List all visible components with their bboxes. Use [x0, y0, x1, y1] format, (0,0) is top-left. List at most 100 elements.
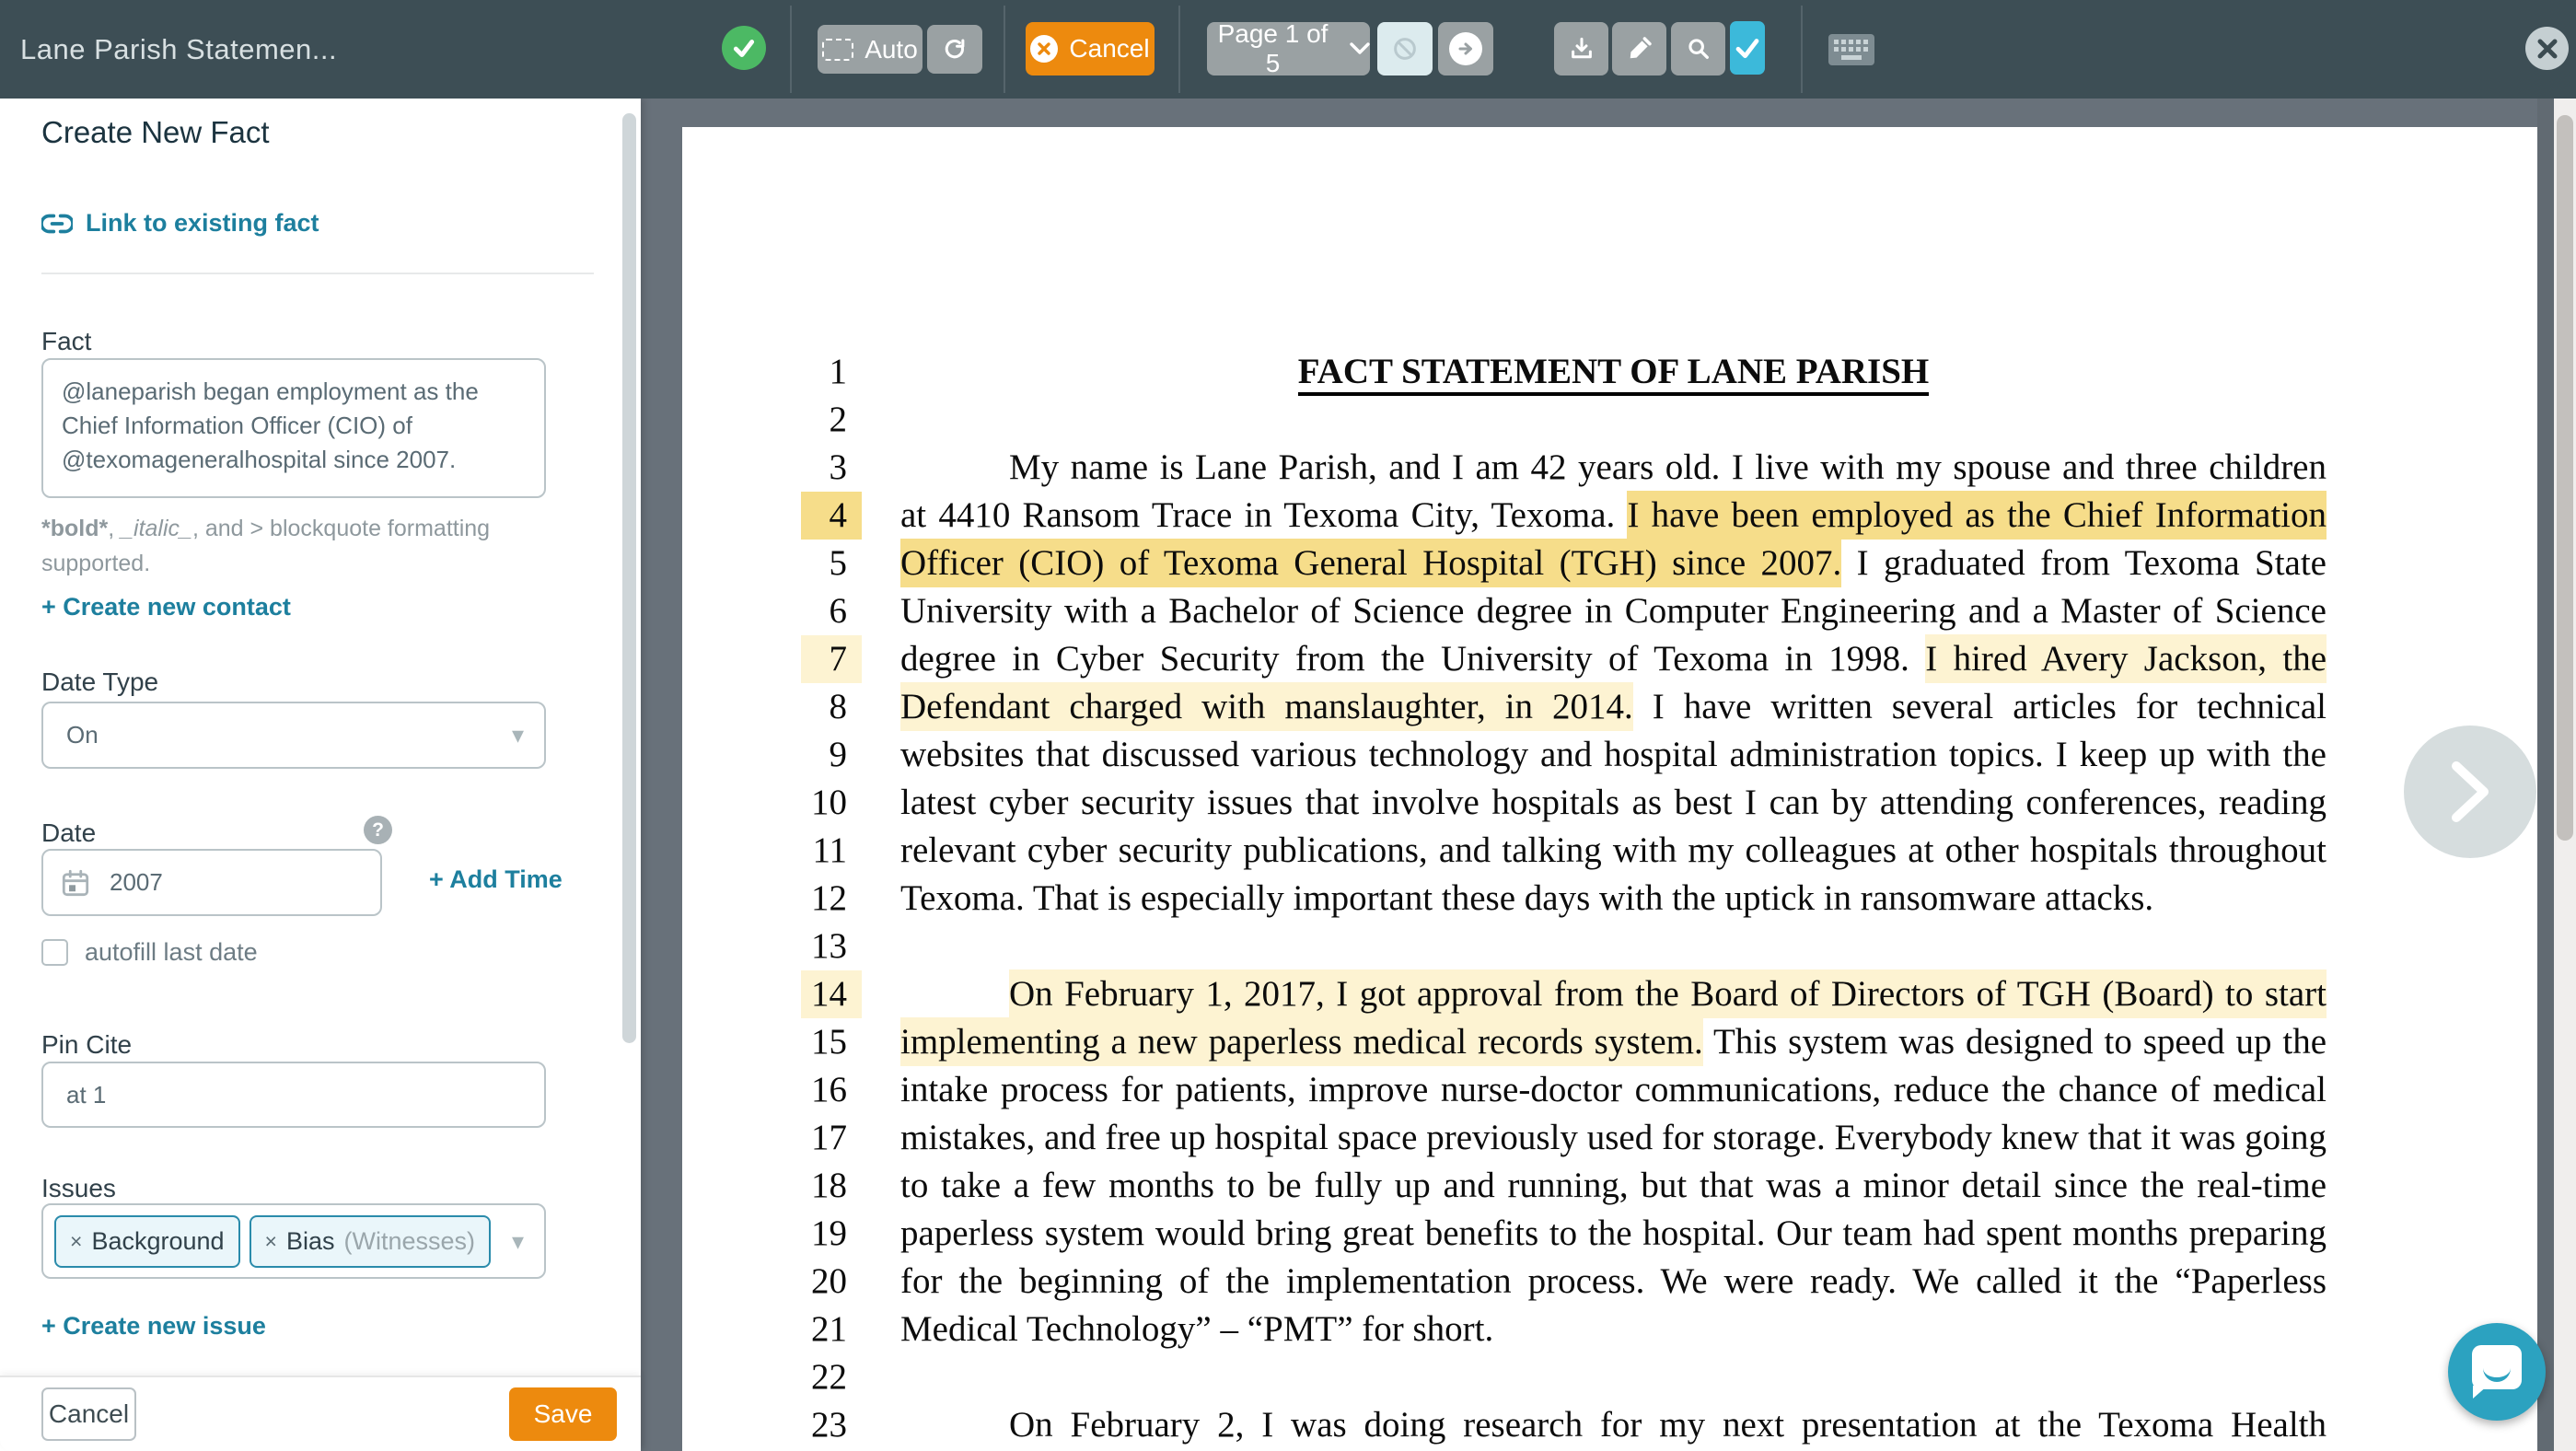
doc-text[interactable]: degree in Cyber Security from the Univer…: [900, 639, 1925, 679]
viewer-scrollbar[interactable]: [2554, 99, 2576, 1451]
add-time-link[interactable]: + Add Time: [429, 865, 563, 894]
doc-text[interactable]: Medical Technology” – “PMT” for short.: [900, 1309, 1493, 1349]
doc-text[interactable]: for the beginning of the implementation …: [900, 1261, 2327, 1301]
document-viewer: 1FACT STATEMENT OF LANE PARISH23My name …: [641, 99, 2576, 1451]
keyboard-shortcuts-toggle[interactable]: [1828, 33, 1875, 66]
cancel-button[interactable]: Cancel: [41, 1387, 136, 1441]
doc-text-line[interactable]: Defendant charged with manslaughter, in …: [900, 683, 2327, 731]
doc-text-line[interactable]: at 4410 Ransom Trace in Texoma City, Tex…: [900, 492, 2327, 540]
sidebar-scrollbar-thumb[interactable]: [622, 113, 636, 1043]
add-time-label: + Add Time: [429, 865, 563, 894]
refresh-button[interactable]: [927, 25, 982, 74]
auto-button-label: Auto: [864, 35, 918, 64]
next-page-button[interactable]: [1438, 22, 1493, 75]
cancel-button-label: Cancel: [1069, 34, 1149, 64]
issue-tag-background[interactable]: × Background: [54, 1215, 240, 1268]
document-title: Lane Parish Statemen...: [20, 0, 337, 99]
search-button[interactable]: [1671, 22, 1725, 75]
page-indicator-label: Page 1 of 5: [1207, 19, 1339, 78]
link-to-existing-label: Link to existing fact: [86, 209, 319, 238]
doc-text-line[interactable]: On February 1, 2017, I got approval from…: [900, 970, 2327, 1018]
highlighted-text[interactable]: Officer (CIO) of Texoma General Hospital…: [900, 539, 1841, 587]
doc-text-line[interactable]: mistakes, and free up hospital space pre…: [900, 1114, 2327, 1162]
line-number: 23: [801, 1401, 862, 1449]
issues-multiselect[interactable]: × Background × Bias (Witnesses) ▾: [41, 1203, 546, 1279]
doc-line: 22: [682, 1353, 2537, 1401]
chat-launcher-button[interactable]: [2448, 1323, 2546, 1421]
doc-text-line[interactable]: relevant cyber security publications, an…: [900, 827, 2327, 875]
remove-tag-icon[interactable]: ×: [265, 1229, 277, 1254]
doc-text[interactable]: I have written several articles for tech…: [1633, 687, 2327, 726]
download-icon: [1568, 35, 1595, 63]
highlighted-text[interactable]: Defendant charged with manslaughter, in …: [900, 682, 1633, 731]
doc-text[interactable]: intake process for patients, improve nur…: [900, 1070, 2327, 1109]
doc-text[interactable]: mistakes, and free up hospital space pre…: [900, 1118, 2327, 1157]
date-type-select[interactable]: On ▾: [41, 702, 546, 769]
doc-text[interactable]: at 4410 Ransom Trace in Texoma City, Tex…: [900, 495, 1627, 535]
auto-highlight-button[interactable]: Auto: [818, 25, 922, 74]
doc-text[interactable]: latest cyber security issues that involv…: [900, 783, 2327, 822]
cancel-highlight-button[interactable]: Cancel: [1026, 22, 1155, 75]
autofill-last-date-checkbox[interactable]: autofill last date: [41, 938, 258, 967]
line-number: 4: [801, 492, 862, 540]
doc-text-line[interactable]: intake process for patients, improve nur…: [900, 1066, 2327, 1114]
doc-text-line[interactable]: for the beginning of the implementation …: [900, 1258, 2327, 1306]
pin-cite-input[interactable]: at 1: [41, 1062, 546, 1128]
create-new-contact-link[interactable]: + Create new contact: [41, 593, 291, 621]
doc-title-line[interactable]: FACT STATEMENT OF LANE PARISH: [900, 348, 2327, 396]
autofill-label: autofill last date: [85, 938, 258, 967]
issue-tag-bias[interactable]: × Bias (Witnesses): [249, 1215, 491, 1268]
cancel-x-icon: [1030, 35, 1058, 63]
doc-line: 18to take a few months to be fully up an…: [682, 1162, 2537, 1210]
doc-text-line[interactable]: University with a Bachelor of Science de…: [900, 587, 2327, 635]
doc-text[interactable]: On February 2, I was doing research for …: [1009, 1405, 2327, 1445]
viewer-scrollbar-thumb[interactable]: [2557, 115, 2573, 841]
doc-text[interactable]: This system was designed to speed up the: [1703, 1022, 2327, 1062]
create-new-issue-link[interactable]: + Create new issue: [41, 1312, 266, 1341]
highlighted-text[interactable]: implementing a new paperless medical rec…: [900, 1017, 1703, 1066]
doc-text-line[interactable]: Texoma. That is especially important the…: [900, 875, 2327, 923]
line-number: 21: [801, 1306, 862, 1353]
page-select-dropdown[interactable]: Page 1 of 5: [1207, 22, 1370, 75]
doc-text[interactable]: relevant cyber security publications, an…: [900, 830, 2327, 870]
fact-textarea[interactable]: @laneparish began employment as the Chie…: [41, 358, 546, 498]
date-input[interactable]: 2007: [41, 849, 382, 916]
close-viewer-button[interactable]: [2525, 27, 2569, 70]
doc-text-line[interactable]: latest cyber security issues that involv…: [900, 779, 2327, 827]
remove-tag-icon[interactable]: ×: [70, 1229, 82, 1254]
pencil-icon: [1627, 36, 1653, 62]
highlighted-text[interactable]: I hired Avery Jackson, the: [1925, 634, 2327, 683]
doc-text[interactable]: University with a Bachelor of Science de…: [900, 591, 2327, 631]
ban-icon: [1391, 35, 1419, 63]
doc-text-line[interactable]: My name is Lane Parish, and I am 42 year…: [900, 444, 2327, 492]
prev-page-button-disabled[interactable]: [1377, 22, 1433, 75]
doc-text[interactable]: My name is Lane Parish, and I am 42 year…: [1009, 447, 2327, 487]
highlighted-text[interactable]: I have been employed as the Chief Inform…: [1627, 491, 2327, 540]
doc-text[interactable]: websites that discussed various technolo…: [900, 735, 2327, 774]
doc-text-line[interactable]: paperless system would bring great benef…: [900, 1210, 2327, 1258]
doc-line: 23 On February 2, I was doing research fo…: [682, 1401, 2537, 1449]
create-issue-label: + Create new issue: [41, 1312, 266, 1341]
next-page-overlay-button[interactable]: [2404, 726, 2536, 858]
highlighted-text[interactable]: On February 1, 2017, I got approval from…: [1009, 969, 2327, 1018]
doc-text-line[interactable]: implementing a new paperless medical rec…: [900, 1018, 2327, 1066]
doc-text[interactable]: I graduated from Texoma State: [1841, 543, 2327, 583]
doc-text-line[interactable]: Medical Technology” – “PMT” for short.: [900, 1306, 2327, 1353]
help-icon[interactable]: ?: [364, 816, 392, 844]
doc-text[interactable]: paperless system would bring great benef…: [900, 1213, 2327, 1253]
doc-text-line[interactable]: Officer (CIO) of Texoma General Hospital…: [900, 540, 2327, 587]
download-button[interactable]: [1554, 22, 1608, 75]
doc-text-line[interactable]: to take a few months to be fully up and …: [900, 1162, 2327, 1210]
doc-text[interactable]: Texoma. That is especially important the…: [900, 878, 2153, 918]
doc-text[interactable]: to take a few months to be fully up and …: [900, 1166, 2327, 1205]
highlight-visibility-checkbox[interactable]: [1730, 21, 1765, 75]
link-to-existing-fact[interactable]: Link to existing fact: [41, 209, 319, 238]
doc-text-line[interactable]: On February 2, I was doing research for …: [900, 1401, 2327, 1449]
doc-text-line[interactable]: websites that discussed various technolo…: [900, 731, 2327, 779]
doc-text-line[interactable]: degree in Cyber Security from the Univer…: [900, 635, 2327, 683]
doc-text[interactable]: FACT STATEMENT OF LANE PARISH: [1298, 352, 1930, 396]
edit-button[interactable]: [1612, 22, 1666, 75]
doc-line: 9websites that discussed various technol…: [682, 731, 2537, 779]
save-button[interactable]: Save: [509, 1387, 617, 1441]
date-value: 2007: [110, 868, 163, 897]
